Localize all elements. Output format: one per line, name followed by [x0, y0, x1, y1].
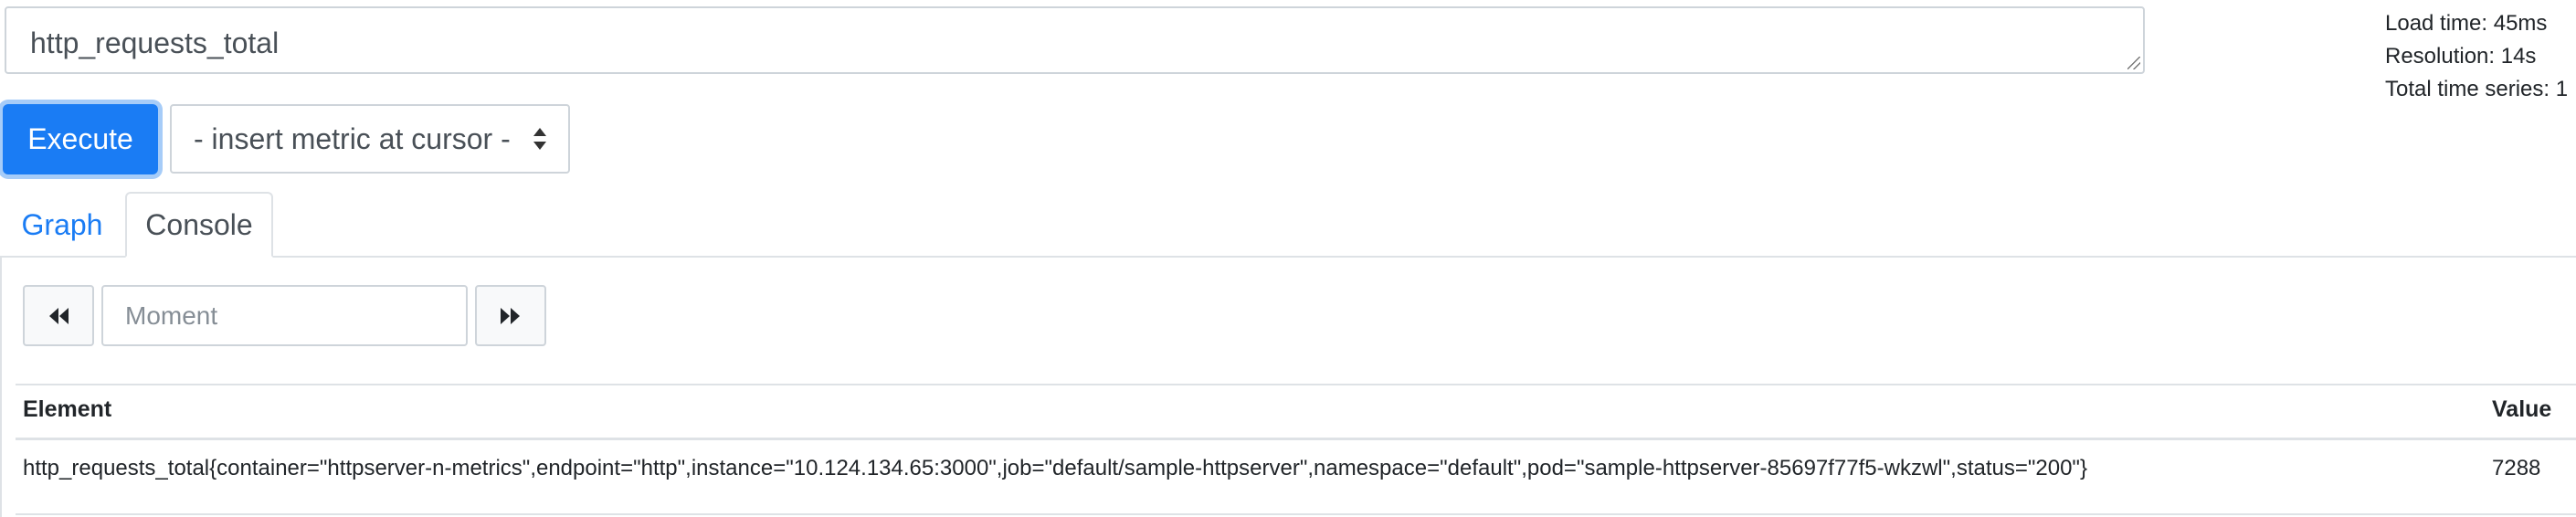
insert-metric-label: - insert metric at cursor -: [194, 121, 511, 155]
tab-graph[interactable]: Graph: [4, 194, 121, 256]
expression-text: http_requests_total: [30, 26, 280, 59]
resolution: Resolution: 14s: [2385, 44, 2537, 69]
double-chevron-right-icon: [501, 307, 520, 324]
resize-handle-icon[interactable]: [2127, 57, 2140, 69]
table-top-border: [16, 384, 2576, 385]
table-row-value: 7288: [2492, 456, 2541, 480]
tab-divider: [0, 256, 2576, 258]
tab-console[interactable]: Console: [125, 192, 273, 258]
execute-button[interactable]: Execute: [3, 104, 158, 174]
table-bottom-border: [16, 513, 2576, 515]
panel-border: [0, 258, 2, 517]
insert-metric-select[interactable]: - insert metric at cursor -: [170, 104, 570, 174]
double-chevron-left-icon: [49, 307, 69, 324]
query-stats: Load time: 45ms Resolution: 14s Total ti…: [2385, 7, 2568, 106]
table-header-border: [16, 438, 2576, 440]
moment-input[interactable]: [101, 285, 468, 346]
column-header-element: Element: [23, 396, 112, 422]
expression-input[interactable]: http_requests_total: [5, 6, 2145, 74]
load-time: Load time: 45ms: [2385, 11, 2548, 36]
time-back-button[interactable]: [23, 285, 94, 346]
select-arrows-icon: [533, 126, 546, 153]
table-row-element: http_requests_total{container="httpserve…: [23, 456, 2087, 480]
total-time-series: Total time series: 1: [2385, 77, 2569, 101]
time-forward-button[interactable]: [475, 285, 546, 346]
column-header-value: Value: [2492, 396, 2552, 422]
